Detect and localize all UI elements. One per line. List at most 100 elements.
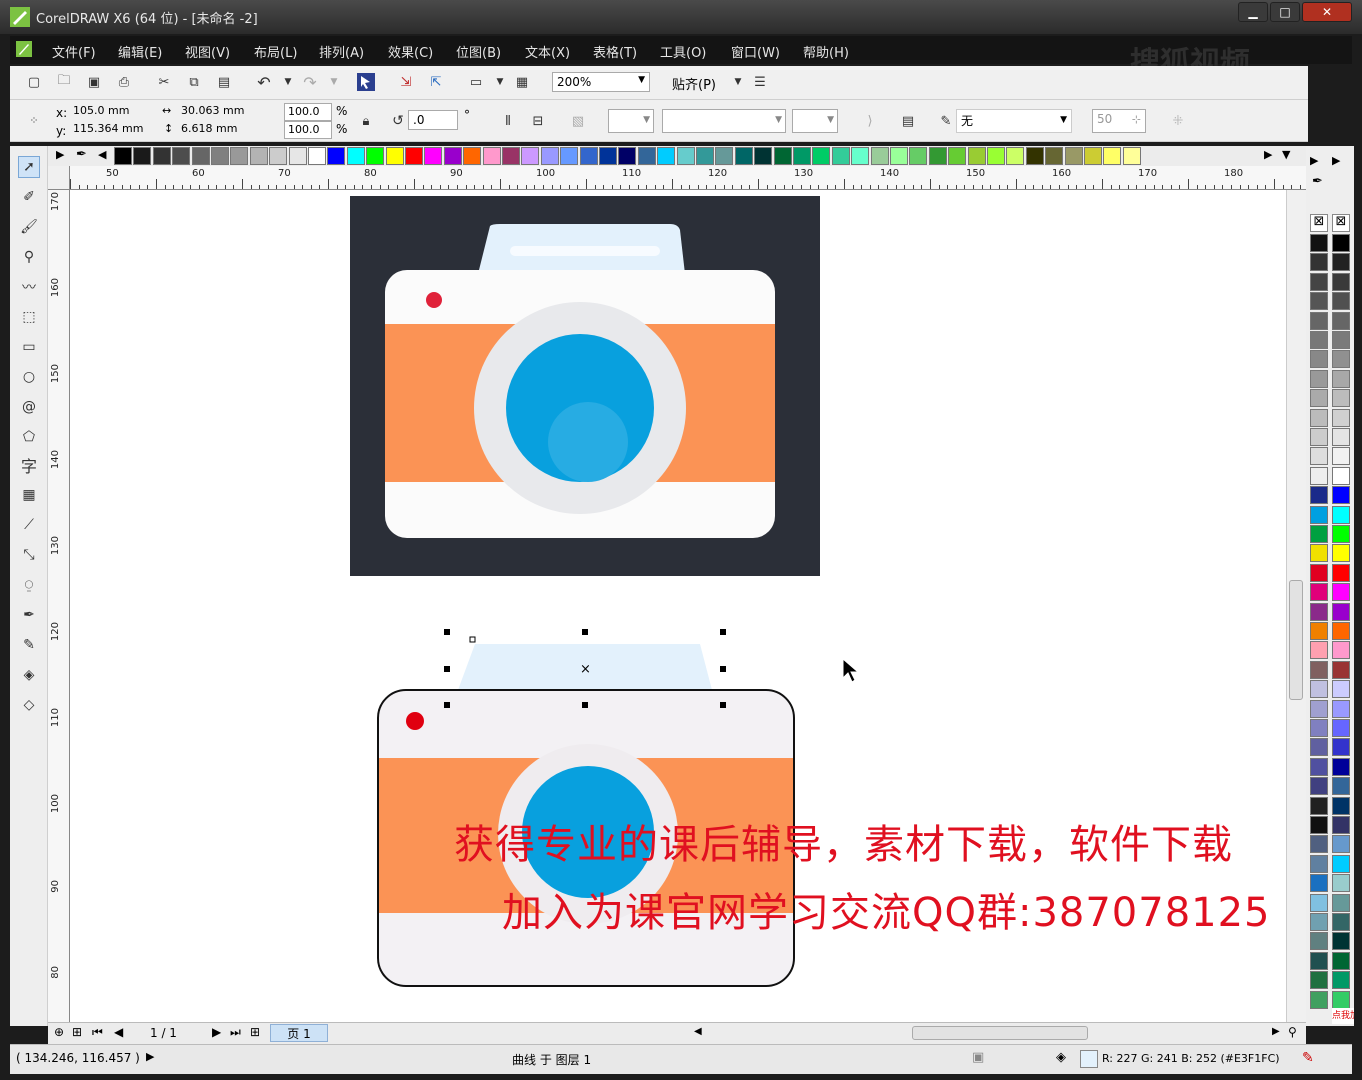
palette-right-icon[interactable]: ▶ bbox=[1264, 148, 1272, 161]
color-swatch[interactable] bbox=[560, 147, 579, 165]
color-swatch[interactable] bbox=[1310, 680, 1328, 699]
rotation-field[interactable]: .0 bbox=[408, 110, 458, 130]
palette-scroll-icon[interactable]: ▶ bbox=[56, 148, 64, 161]
color-swatch[interactable] bbox=[1332, 253, 1350, 272]
chevron-down-icon[interactable]: ▼ bbox=[638, 75, 645, 85]
color-swatch[interactable] bbox=[1310, 447, 1328, 466]
color-swatch[interactable] bbox=[1332, 563, 1350, 582]
color-swatch[interactable] bbox=[1310, 893, 1328, 912]
outline-width-field[interactable]: 无 ▼ bbox=[956, 109, 1072, 133]
color-swatch[interactable] bbox=[1310, 505, 1328, 524]
vector-camera-drawing[interactable]: × bbox=[370, 624, 800, 994]
color-swatch[interactable] bbox=[269, 147, 288, 165]
menu-file[interactable]: 文件(F) bbox=[52, 42, 96, 61]
rotate-icon[interactable]: ↺ bbox=[388, 111, 408, 131]
color-swatch[interactable] bbox=[1064, 147, 1083, 165]
add-page-before-icon[interactable]: ⊞ bbox=[72, 1025, 82, 1039]
color-swatch[interactable] bbox=[424, 147, 443, 165]
ellipse-tool-icon[interactable]: ○ bbox=[18, 366, 40, 388]
outline-pen-tool-icon[interactable]: ✎ bbox=[18, 634, 40, 656]
color-swatch[interactable] bbox=[1310, 563, 1328, 582]
connector-tool-icon[interactable]: ⤡ bbox=[18, 544, 40, 566]
color-swatch[interactable] bbox=[385, 147, 404, 165]
color-swatch[interactable] bbox=[1310, 272, 1328, 291]
ruler-origin[interactable] bbox=[48, 166, 70, 190]
color-swatch[interactable] bbox=[734, 147, 753, 165]
color-swatch[interactable] bbox=[1310, 292, 1328, 311]
color-swatch[interactable] bbox=[1310, 699, 1328, 718]
menu-layout[interactable]: 布局(L) bbox=[254, 42, 297, 61]
color-swatch[interactable] bbox=[1332, 816, 1350, 834]
color-swatch[interactable] bbox=[346, 147, 365, 165]
undo-dropdown-icon[interactable]: ▼ bbox=[278, 72, 298, 92]
color-swatch[interactable] bbox=[540, 147, 559, 165]
color-swatch[interactable] bbox=[1310, 234, 1328, 252]
color-swatch[interactable] bbox=[1332, 835, 1350, 854]
height-field[interactable]: 6.618 mm bbox=[178, 121, 262, 139]
color-swatch[interactable] bbox=[909, 147, 928, 165]
color-swatch[interactable] bbox=[211, 147, 229, 165]
first-page-icon[interactable]: ⏮ bbox=[92, 1025, 103, 1040]
color-swatch[interactable] bbox=[249, 147, 268, 165]
color-swatch[interactable] bbox=[1310, 253, 1328, 272]
color-swatch[interactable] bbox=[1310, 583, 1328, 602]
basic-shapes-tool-icon[interactable]: ⬠ bbox=[18, 426, 40, 448]
color-swatch[interactable] bbox=[1310, 738, 1328, 757]
color-swatch[interactable] bbox=[405, 147, 423, 165]
color-swatch[interactable] bbox=[1332, 854, 1350, 873]
color-swatch[interactable] bbox=[851, 147, 870, 165]
zoom-level-field[interactable]: 200% ▼ bbox=[552, 72, 650, 92]
zoom-tool-icon[interactable]: ⚲ bbox=[18, 246, 40, 268]
zoom-icon[interactable]: ⚲ bbox=[1288, 1025, 1297, 1039]
interactive-fill-tool-icon[interactable]: ◇ bbox=[18, 694, 40, 716]
color-swatch[interactable] bbox=[1310, 544, 1328, 563]
color-swatch[interactable] bbox=[1310, 816, 1328, 834]
color-swatch[interactable] bbox=[1310, 719, 1328, 737]
color-swatch[interactable] bbox=[1332, 505, 1350, 524]
menu-tools[interactable]: 工具(O) bbox=[660, 42, 706, 61]
color-swatch[interactable] bbox=[715, 147, 734, 165]
color-swatch[interactable] bbox=[1332, 719, 1350, 737]
menu-window[interactable]: 窗口(W) bbox=[731, 42, 780, 61]
smoothing-field[interactable]: 50 ⊹ bbox=[1092, 109, 1146, 133]
color-swatch[interactable] bbox=[793, 147, 811, 165]
color-swatch[interactable] bbox=[1332, 796, 1350, 815]
shape-tool-icon[interactable]: ✐ bbox=[18, 186, 40, 208]
status-expand-icon[interactable]: ▶ bbox=[146, 1050, 154, 1063]
color-swatch[interactable] bbox=[1045, 147, 1064, 165]
color-swatch[interactable] bbox=[1332, 757, 1350, 776]
color-swatch[interactable] bbox=[1332, 699, 1350, 718]
color-swatch[interactable] bbox=[308, 147, 326, 165]
color-swatch[interactable] bbox=[1332, 350, 1350, 369]
color-swatch[interactable] bbox=[1332, 990, 1350, 1009]
color-swatch[interactable] bbox=[618, 147, 637, 165]
color-swatch[interactable] bbox=[599, 147, 617, 165]
scissors-icon[interactable]: ✂ bbox=[154, 72, 174, 92]
menu-help[interactable]: 帮助(H) bbox=[803, 42, 849, 61]
reference-camera-image[interactable] bbox=[350, 196, 820, 576]
color-swatch[interactable] bbox=[443, 147, 462, 165]
color-swatch[interactable] bbox=[1332, 951, 1350, 970]
palette-left-icon[interactable]: ◀ bbox=[98, 148, 106, 161]
color-swatch[interactable] bbox=[1332, 428, 1350, 446]
dimension-tool-icon[interactable]: ⟋ bbox=[18, 514, 40, 536]
copy-icon[interactable]: ⧉ bbox=[184, 72, 204, 92]
color-swatch[interactable] bbox=[133, 147, 152, 165]
rectangle-tool-icon[interactable]: ▭ bbox=[18, 336, 40, 358]
menu-bitmaps[interactable]: 位图(B) bbox=[456, 42, 501, 61]
color-swatch[interactable] bbox=[754, 147, 773, 165]
scale-x-field[interactable]: 100.0 bbox=[284, 103, 332, 121]
menu-edit[interactable]: 编辑(E) bbox=[118, 42, 162, 61]
launcher-dropdown-icon[interactable]: ▼ bbox=[490, 72, 510, 92]
search-content-icon[interactable] bbox=[356, 72, 376, 92]
node-options-icon[interactable]: ⁜ bbox=[1168, 111, 1188, 131]
add-page-after-icon[interactable]: ⊞ bbox=[250, 1025, 260, 1039]
color-swatch[interactable] bbox=[1310, 350, 1328, 369]
color-swatch[interactable] bbox=[1122, 147, 1141, 165]
pick-tool-icon[interactable]: ➚ bbox=[18, 156, 40, 178]
y-position-field[interactable]: 115.364 mm bbox=[70, 121, 156, 139]
color-swatch[interactable] bbox=[1310, 389, 1328, 408]
close-curve-icon[interactable]: ⟩ bbox=[860, 111, 880, 131]
color-swatch[interactable] bbox=[928, 147, 947, 165]
eyedropper-icon[interactable]: ✒ bbox=[1312, 174, 1323, 189]
